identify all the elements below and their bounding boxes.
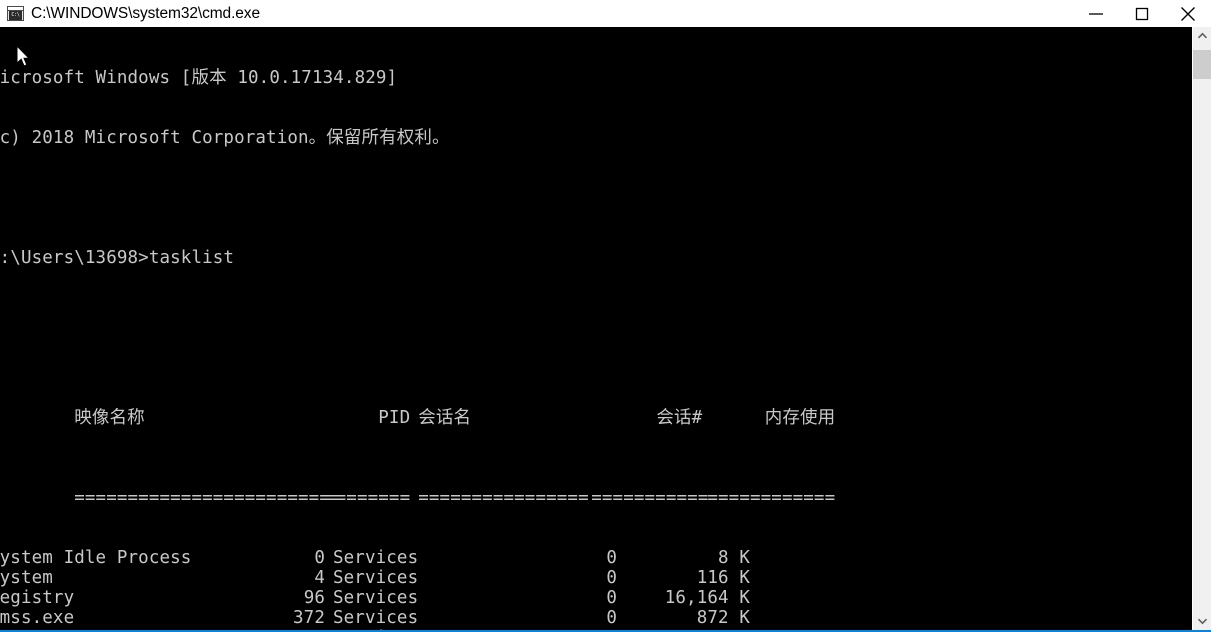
scroll-down-button[interactable]: [1193, 612, 1211, 630]
cmd-icon-glyph: C:\: [9, 11, 22, 20]
separator-pid: ========: [325, 488, 411, 508]
cell-pid: 96: [303, 588, 325, 608]
cell-pid: 644: [239, 628, 325, 630]
banner-line-2: (c) 2018 Microsoft Corporation。保留所有权利。: [0, 128, 450, 148]
separator-session-name: ================: [418, 488, 589, 508]
cell-memory: 16,164 K: [664, 588, 750, 608]
cmd-icon[interactable]: C:\: [7, 6, 24, 21]
header-session-name: 会话名: [418, 408, 472, 428]
console-output-area[interactable]: Microsoft Windows [版本 10.0.17134.829] (c…: [0, 27, 1192, 630]
cell-image-name: csrss.exe: [0, 628, 239, 630]
header-pid: PID: [378, 408, 411, 428]
header-memory: 内存使用: [764, 408, 836, 428]
table-row: Registry 96 Services 0 16,164 K: [0, 588, 835, 608]
cell-pid: 4: [314, 568, 325, 588]
window-controls: [1073, 0, 1211, 27]
cell-session-num: 0: [606, 548, 617, 568]
cell-session-num: 0: [506, 628, 617, 630]
cell-session-name: Services: [333, 588, 419, 608]
chevron-down-icon: [1197, 618, 1208, 625]
header-name: 映像名称: [74, 408, 145, 428]
table-header-row: 映像名称 PID 会话名 会话# 内存使用: [0, 388, 835, 428]
cell-memory: 116 K: [696, 568, 750, 588]
prompt-line: C:\Users\13698>tasklist: [0, 248, 235, 268]
cell-image-name: System: [0, 568, 53, 588]
cell-session-name: Services: [333, 608, 419, 628]
cell-session-num: 0: [606, 608, 617, 628]
separator-session-num: ===========: [591, 488, 709, 508]
window-title: C:\WINDOWS\system32\cmd.exe: [31, 4, 260, 22]
minimize-icon: [1089, 12, 1103, 15]
close-button[interactable]: [1165, 0, 1211, 27]
cell-session-name: Services: [325, 628, 506, 630]
titlebar[interactable]: C:\ C:\WINDOWS\system32\cmd.exe: [0, 0, 1211, 27]
cell-pid: 372: [293, 608, 325, 628]
maximize-button[interactable]: [1119, 0, 1165, 27]
separator-memory: ============: [707, 488, 836, 508]
table-row: csrss.exe644Services04,028 K: [0, 628, 835, 630]
cell-pid: 0: [314, 548, 325, 568]
cell-session-name: Services: [333, 568, 419, 588]
chevron-up-icon: [1197, 32, 1208, 39]
minimize-button[interactable]: [1073, 0, 1119, 27]
separator-name: =========================: [74, 488, 341, 508]
table-row: smss.exe372Services0872 K: [0, 608, 835, 628]
cell-memory: 8 K: [718, 548, 750, 568]
table-separator-row: ================================= =======…: [0, 468, 835, 508]
console-text: Microsoft Windows [版本 10.0.17134.829] (c…: [0, 28, 835, 630]
cmd-window: C:\ C:\WINDOWS\system32\cmd.exe Microsof…: [0, 0, 1211, 632]
cell-image-name: smss.exe: [0, 608, 75, 628]
cell-session-name: Services: [333, 548, 419, 568]
cell-session-num: 0: [606, 568, 617, 588]
close-icon: [1181, 6, 1195, 21]
maximize-icon: [1135, 7, 1149, 20]
cell-image-name: Registry: [0, 588, 75, 608]
header-session-num: 会话#: [656, 408, 703, 428]
cell-session-num: 0: [606, 588, 617, 608]
cell-memory: 4,028 K: [617, 628, 750, 630]
scrollbar-thumb[interactable]: [1193, 50, 1211, 79]
table-row: System Idle Process 0 Services 0 8 K: [0, 548, 835, 568]
vertical-scrollbar[interactable]: [1192, 27, 1211, 630]
scroll-up-button[interactable]: [1193, 27, 1211, 45]
process-list: System Idle Process0Services08 KSystem4S…: [0, 548, 835, 630]
banner-line-1: Microsoft Windows [版本 10.0.17134.829]: [0, 68, 398, 88]
cell-image-name: System Idle Process: [0, 548, 192, 568]
table-row: System 4 Services 0 116 K: [0, 568, 835, 588]
cell-memory: 872 K: [696, 608, 750, 628]
